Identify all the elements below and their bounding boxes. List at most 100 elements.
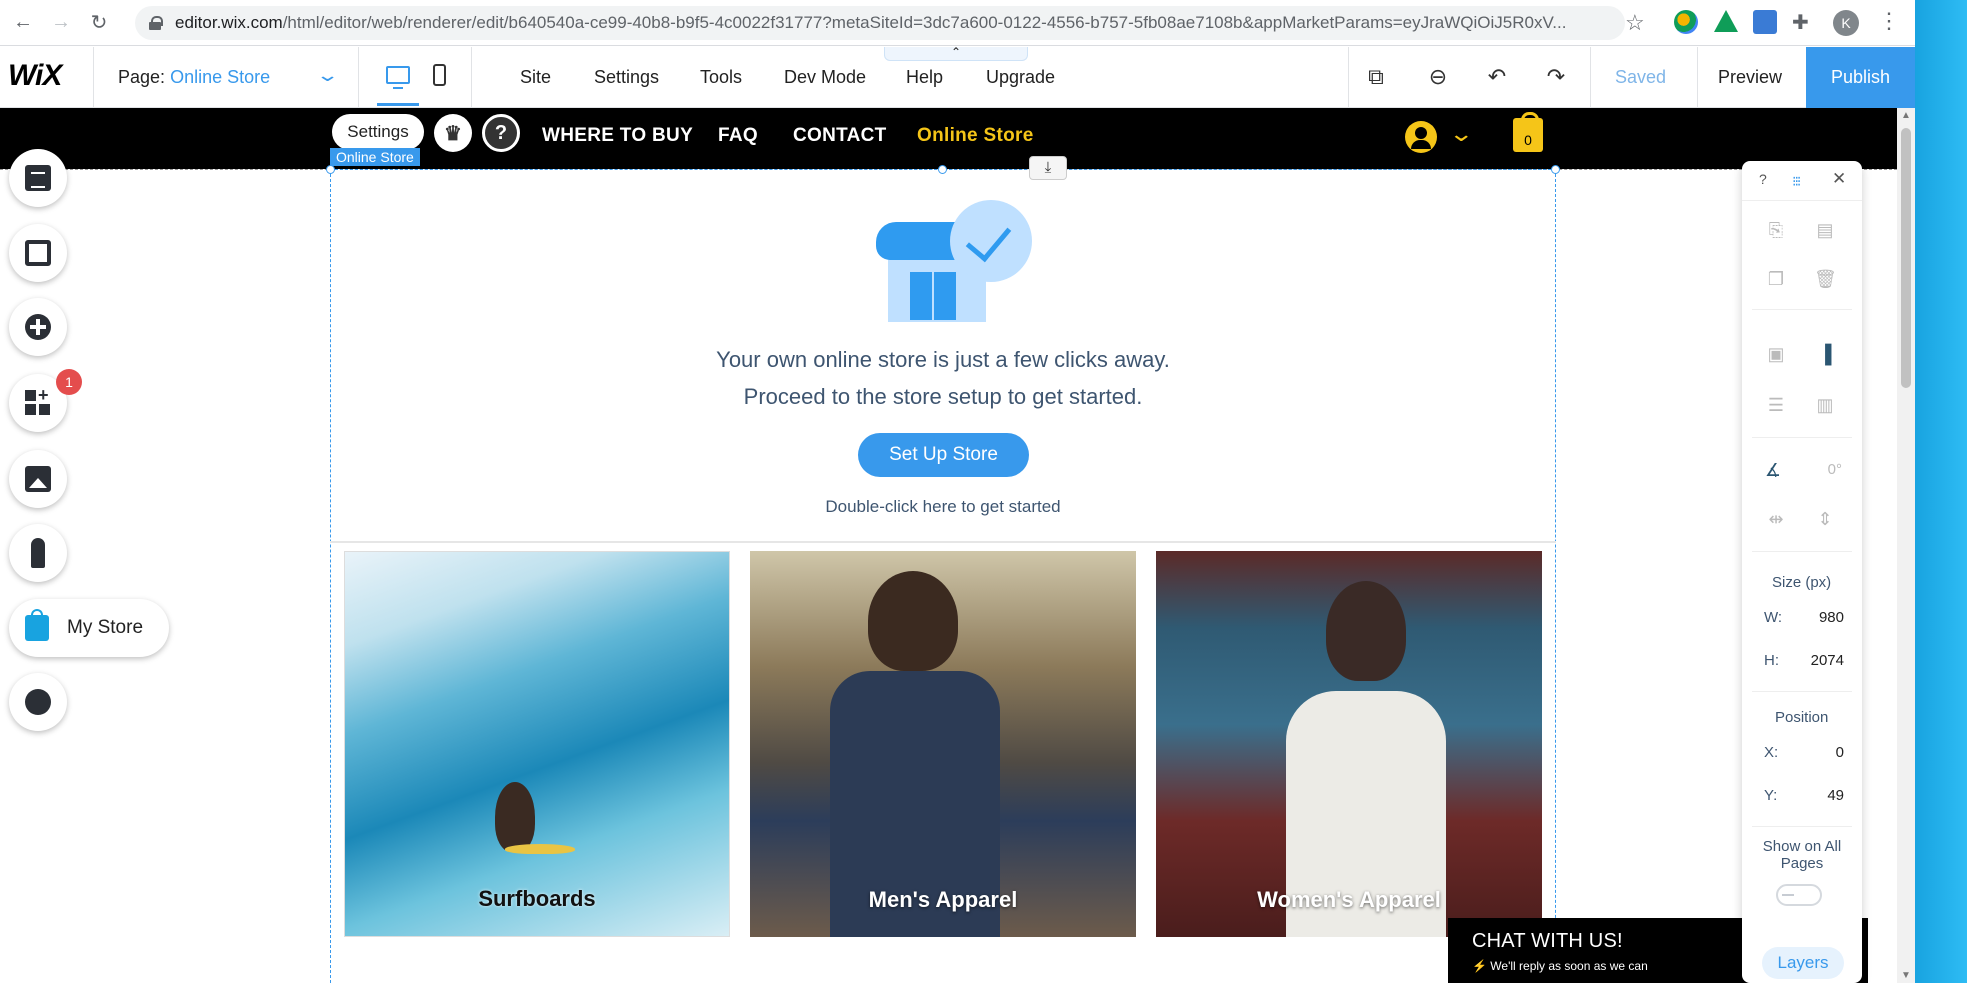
chevron-down-icon[interactable]: ⌄	[315, 65, 339, 86]
cart-count: 0	[1524, 132, 1532, 148]
extension-icon-3[interactable]	[1753, 10, 1777, 34]
surfboard-shape	[505, 844, 575, 854]
chat-button[interactable]	[9, 673, 67, 731]
match-size-icon[interactable]: ▥	[1814, 394, 1836, 416]
show-all-pages-label: Show on All Pages	[1762, 838, 1842, 872]
pages-menu-button[interactable]	[9, 149, 67, 207]
desktop-background	[1915, 0, 1967, 983]
preview-button[interactable]: Preview	[1718, 67, 1782, 88]
profile-avatar[interactable]: K	[1833, 10, 1859, 36]
site-header[interactable]: WHERE TO BUY FAQ CONTACT Online Store ⌄ …	[0, 108, 1897, 169]
category-tile-mens-apparel[interactable]: Men's Apparel	[750, 551, 1136, 937]
y-value[interactable]: 49	[1792, 787, 1844, 804]
stretch-icon[interactable]: ⤓	[1029, 156, 1067, 180]
menu-help[interactable]: Help	[906, 67, 943, 88]
menu-dev-mode[interactable]: Dev Mode	[784, 67, 866, 88]
divider	[358, 47, 359, 108]
canvas-scrollbar[interactable]: ▲ ▼	[1897, 108, 1915, 983]
height-label: H:	[1764, 652, 1779, 669]
divider	[93, 47, 94, 108]
show-all-pages-toggle[interactable]	[1776, 884, 1822, 906]
google-drive-icon[interactable]	[1714, 10, 1738, 32]
mobile-view-icon[interactable]	[433, 64, 446, 86]
page-selector[interactable]: Page: Online Store	[118, 67, 270, 88]
add-button[interactable]	[9, 298, 67, 356]
copy-icon[interactable]: ⎘	[1765, 219, 1787, 241]
nav-contact[interactable]: CONTACT	[793, 125, 887, 147]
nav-where-to-buy[interactable]: WHERE TO BUY	[542, 125, 693, 147]
forward-icon[interactable]: →	[46, 8, 76, 38]
width-label: W:	[1764, 609, 1783, 626]
set-up-store-button[interactable]: Set Up Store	[858, 433, 1029, 477]
category-tile-surfboards[interactable]: Surfboards	[344, 551, 730, 937]
redo-icon[interactable]: ↷	[1543, 65, 1569, 91]
scroll-down-icon[interactable]: ▼	[1901, 970, 1911, 981]
crown-icon[interactable]: ♛	[434, 114, 472, 152]
lock-icon	[149, 16, 163, 30]
desktop-view-icon[interactable]	[386, 66, 410, 89]
user-account-icon[interactable]	[1405, 121, 1437, 153]
arrange-icon[interactable]: ▣	[1765, 343, 1787, 365]
divider	[1752, 309, 1852, 310]
distribute-icon[interactable]: ☰	[1765, 394, 1787, 416]
woman-head	[1326, 581, 1406, 681]
divider	[1752, 551, 1852, 552]
menu-site[interactable]: Site	[520, 67, 551, 88]
help-icon[interactable]: ?	[482, 114, 520, 152]
browser-toolbar: ← → ↻ editor.wix.com/html/editor/web/ren…	[0, 0, 1915, 46]
resize-handle[interactable]	[1551, 165, 1560, 174]
category-tile-womens-apparel[interactable]: Women's Apparel	[1156, 551, 1542, 937]
rotate-icon[interactable]: ∡	[1762, 459, 1784, 481]
reload-icon[interactable]: ↻	[84, 8, 114, 38]
store-door	[910, 272, 956, 320]
resize-handle[interactable]	[938, 165, 947, 174]
paste-icon[interactable]: ▤	[1814, 219, 1836, 241]
delete-icon[interactable]: 🗑	[1814, 268, 1837, 290]
menu-upgrade[interactable]: Upgrade	[986, 67, 1055, 88]
section-divider	[330, 541, 1556, 543]
address-bar[interactable]: editor.wix.com/html/editor/web/renderer/…	[135, 6, 1625, 40]
help-icon[interactable]: ?	[1759, 171, 1767, 187]
resize-handle[interactable]	[326, 165, 335, 174]
drag-handle-icon[interactable]: ⁝⁝⁝	[1792, 173, 1801, 190]
background-button[interactable]	[9, 224, 67, 282]
cart-icon[interactable]: 0	[1513, 112, 1543, 152]
double-click-hint[interactable]: Double-click here to get started	[330, 497, 1556, 517]
menu-settings[interactable]: Settings	[594, 67, 659, 88]
x-value[interactable]: 0	[1792, 744, 1844, 761]
browser-menu-icon[interactable]: ⋮	[1878, 8, 1900, 34]
publish-button[interactable]: Publish	[1806, 47, 1915, 108]
close-icon[interactable]: ✕	[1832, 169, 1846, 189]
wix-logo[interactable]: WiX	[8, 59, 62, 93]
flip-horizontal-icon[interactable]: ⇹	[1765, 508, 1787, 530]
menu-tools[interactable]: Tools	[700, 67, 742, 88]
divider	[1697, 47, 1698, 108]
extension-icon-1[interactable]	[1674, 10, 1698, 34]
extensions-puzzle-icon[interactable]: ✚	[1792, 10, 1816, 34]
checkmark-icon	[950, 200, 1032, 282]
bookmark-star-icon[interactable]: ☆	[1625, 10, 1645, 36]
align-right-icon[interactable]: ▐	[1814, 343, 1836, 365]
my-store-button[interactable]: My Store	[9, 599, 169, 657]
scrollbar-thumb[interactable]	[1901, 128, 1911, 388]
blog-button[interactable]	[9, 524, 67, 582]
collapse-toolbar-tab[interactable]: ⌃	[884, 46, 1028, 61]
editor-canvas[interactable]: WHERE TO BUY FAQ CONTACT Online Store ⌄ …	[0, 108, 1897, 983]
nav-online-store[interactable]: Online Store	[917, 125, 1034, 147]
flip-vertical-icon[interactable]: ⇕	[1814, 508, 1836, 530]
chevron-down-icon[interactable]: ⌄	[1448, 121, 1474, 147]
rotation-value[interactable]: 0°	[1802, 461, 1842, 478]
duplicate-icon[interactable]: ❐	[1765, 268, 1787, 290]
back-icon[interactable]: ←	[8, 8, 38, 38]
height-value[interactable]: 2074	[1792, 652, 1844, 669]
zoom-out-icon[interactable]: ⊖	[1425, 65, 1451, 91]
layers-button[interactable]: Layers	[1762, 947, 1844, 979]
media-button[interactable]	[9, 450, 67, 508]
nav-faq[interactable]: FAQ	[718, 125, 758, 147]
settings-button[interactable]: Settings	[332, 114, 424, 150]
site-structure-icon[interactable]: ⧉	[1363, 65, 1389, 91]
width-value[interactable]: 980	[1792, 609, 1844, 626]
scroll-up-icon[interactable]: ▲	[1901, 110, 1911, 121]
url-text[interactable]: editor.wix.com/html/editor/web/renderer/…	[175, 13, 1615, 33]
undo-icon[interactable]: ↶	[1484, 65, 1510, 91]
